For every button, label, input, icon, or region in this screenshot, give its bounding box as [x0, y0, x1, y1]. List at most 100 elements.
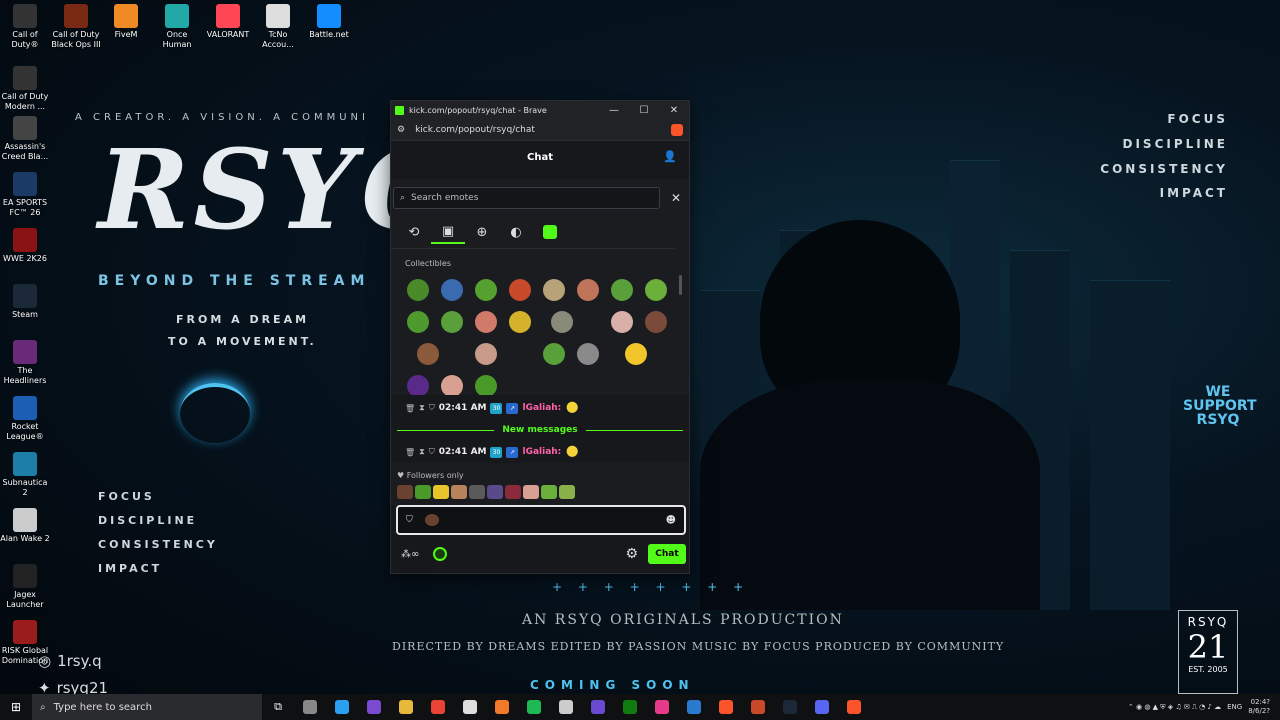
- taskbar-app[interactable]: [806, 694, 838, 720]
- channel-emotes-tab[interactable]: ◐: [499, 220, 533, 244]
- desktop-icon[interactable]: FiveM: [101, 4, 151, 40]
- taskbar-search[interactable]: ⌕ Type here to search: [32, 694, 262, 720]
- clock[interactable]: 02:4? 8/6/2?: [1248, 698, 1270, 716]
- timeout-icon[interactable]: ⧗: [419, 403, 425, 413]
- emote-item[interactable]: [509, 279, 531, 301]
- taskbar-app[interactable]: [358, 694, 390, 720]
- desktop-icon[interactable]: The Headliners: [0, 340, 50, 386]
- emote-item[interactable]: [475, 343, 497, 365]
- kick-emotes-tab[interactable]: [533, 220, 567, 244]
- close-icon[interactable]: ✕: [671, 191, 681, 205]
- quick-emote[interactable]: [397, 485, 413, 499]
- emote-item[interactable]: [611, 279, 633, 301]
- emote-item[interactable]: [475, 279, 497, 301]
- emote-item[interactable]: [611, 311, 633, 333]
- taskbar-app[interactable]: [742, 694, 774, 720]
- emote-item[interactable]: [441, 375, 463, 397]
- desktop-icon[interactable]: Battle.net: [304, 4, 354, 40]
- emote-search-input[interactable]: ⌕ Search emotes: [393, 187, 660, 209]
- emote-item[interactable]: [441, 311, 463, 333]
- desktop-icon[interactable]: Call of Duty Modern ...: [0, 66, 50, 112]
- message-username[interactable]: lGaliah:: [522, 403, 561, 413]
- emote-item[interactable]: [441, 279, 463, 301]
- desktop-icon[interactable]: EA SPORTS FC™ 26: [0, 172, 50, 218]
- desktop-icon[interactable]: Assassin's Creed Bla...: [0, 116, 50, 162]
- site-settings-icon[interactable]: ⚙: [397, 125, 405, 135]
- minimize-button[interactable]: —: [599, 105, 629, 116]
- emoji-icon[interactable]: ☻: [666, 515, 676, 526]
- taskbar-app[interactable]: [838, 694, 870, 720]
- desktop-icon[interactable]: Once Human: [152, 4, 202, 50]
- taskbar-app[interactable]: [710, 694, 742, 720]
- quick-emote[interactable]: [487, 485, 503, 499]
- collectibles-tab[interactable]: ▣: [431, 220, 465, 244]
- taskbar-app[interactable]: [550, 694, 582, 720]
- taskbar-app[interactable]: [390, 694, 422, 720]
- quick-emote[interactable]: [451, 485, 467, 499]
- users-icon[interactable]: 👤: [663, 150, 677, 163]
- url-text[interactable]: kick.com/popout/rsyq/chat: [415, 125, 535, 135]
- taskbar-app[interactable]: [422, 694, 454, 720]
- desktop-icon[interactable]: Alan Wake 2: [0, 508, 50, 544]
- recent-emotes-tab[interactable]: ⟲: [397, 220, 431, 244]
- taskbar-app[interactable]: [518, 694, 550, 720]
- brave-shields-icon[interactable]: [671, 123, 683, 136]
- maximize-button[interactable]: ☐: [629, 105, 659, 116]
- taskbar-app[interactable]: [326, 694, 358, 720]
- taskbar-app[interactable]: [678, 694, 710, 720]
- new-messages-divider[interactable]: New messages: [397, 423, 684, 437]
- taskbar-app[interactable]: [646, 694, 678, 720]
- desktop-icon[interactable]: Subnautica 2: [0, 452, 50, 498]
- send-chat-button[interactable]: Chat: [648, 544, 686, 564]
- emote-item[interactable]: [475, 375, 497, 397]
- points-icon[interactable]: ⁂: [401, 549, 411, 560]
- quick-emote[interactable]: [505, 485, 521, 499]
- taskbar-app[interactable]: [582, 694, 614, 720]
- desktop-icon[interactable]: Call of Duty®: [0, 4, 50, 50]
- desktop-icon[interactable]: WWE 2K26: [0, 228, 50, 264]
- quick-emote[interactable]: [541, 485, 557, 499]
- emote-item[interactable]: [509, 311, 531, 333]
- address-bar[interactable]: ⚙ kick.com/popout/rsyq/chat: [391, 119, 689, 141]
- desktop-icon[interactable]: Jagex Launcher: [0, 564, 50, 610]
- emote-item[interactable]: [551, 311, 573, 333]
- emote-item[interactable]: [543, 279, 565, 301]
- start-button[interactable]: ⊞: [0, 694, 32, 720]
- emote-item[interactable]: [543, 343, 565, 365]
- quick-emote[interactable]: [559, 485, 575, 499]
- trash-icon[interactable]: 🗑: [405, 404, 415, 413]
- global-emotes-tab[interactable]: ⊕: [465, 220, 499, 244]
- chat-input[interactable]: ⛉ ☻: [396, 505, 686, 535]
- task-view-icon[interactable]: ⧉: [262, 694, 294, 720]
- emote-item[interactable]: [577, 343, 599, 365]
- quick-emote[interactable]: [469, 485, 485, 499]
- gear-icon[interactable]: ⚙: [625, 546, 638, 562]
- quick-emote[interactable]: [433, 485, 449, 499]
- desktop-icon[interactable]: RISK Global Domination: [0, 620, 50, 666]
- emote-item[interactable]: [417, 343, 439, 365]
- browser-window[interactable]: kick.com/popout/rsyq/chat - Brave — ☐ ✕ …: [390, 100, 690, 574]
- emote-item[interactable]: [475, 311, 497, 333]
- timeout-icon[interactable]: ⧗: [419, 447, 425, 457]
- emote-item[interactable]: [625, 343, 647, 365]
- language-indicator[interactable]: ENG: [1227, 703, 1242, 711]
- tray-icons[interactable]: ⌃ ◉ ◍ ▲ ⛨ ◈ ♫ ✉ ⎍ ◔ ♪ ☁: [1128, 703, 1221, 712]
- taskbar-app[interactable]: [774, 694, 806, 720]
- emote-item[interactable]: [407, 311, 429, 333]
- taskbar-app[interactable]: [486, 694, 518, 720]
- picker-scrollbar[interactable]: [679, 275, 682, 295]
- mod-shield-icon[interactable]: ⛉: [406, 515, 413, 525]
- desktop-icon[interactable]: Steam: [0, 284, 50, 320]
- desktop-icon[interactable]: TcNo Accou...: [253, 4, 303, 50]
- taskbar-app[interactable]: [294, 694, 326, 720]
- close-window-button[interactable]: ✕: [659, 105, 689, 116]
- emote-item[interactable]: [577, 279, 599, 301]
- quick-emote[interactable]: [523, 485, 539, 499]
- quick-emote[interactable]: [415, 485, 431, 499]
- trash-icon[interactable]: 🗑: [405, 448, 415, 457]
- desktop-icon[interactable]: VALORANT: [203, 4, 253, 40]
- message-username[interactable]: lGaliah:: [522, 447, 561, 457]
- window-titlebar[interactable]: kick.com/popout/rsyq/chat - Brave — ☐ ✕: [391, 101, 689, 119]
- emote-item[interactable]: [645, 279, 667, 301]
- emote-item[interactable]: [407, 279, 429, 301]
